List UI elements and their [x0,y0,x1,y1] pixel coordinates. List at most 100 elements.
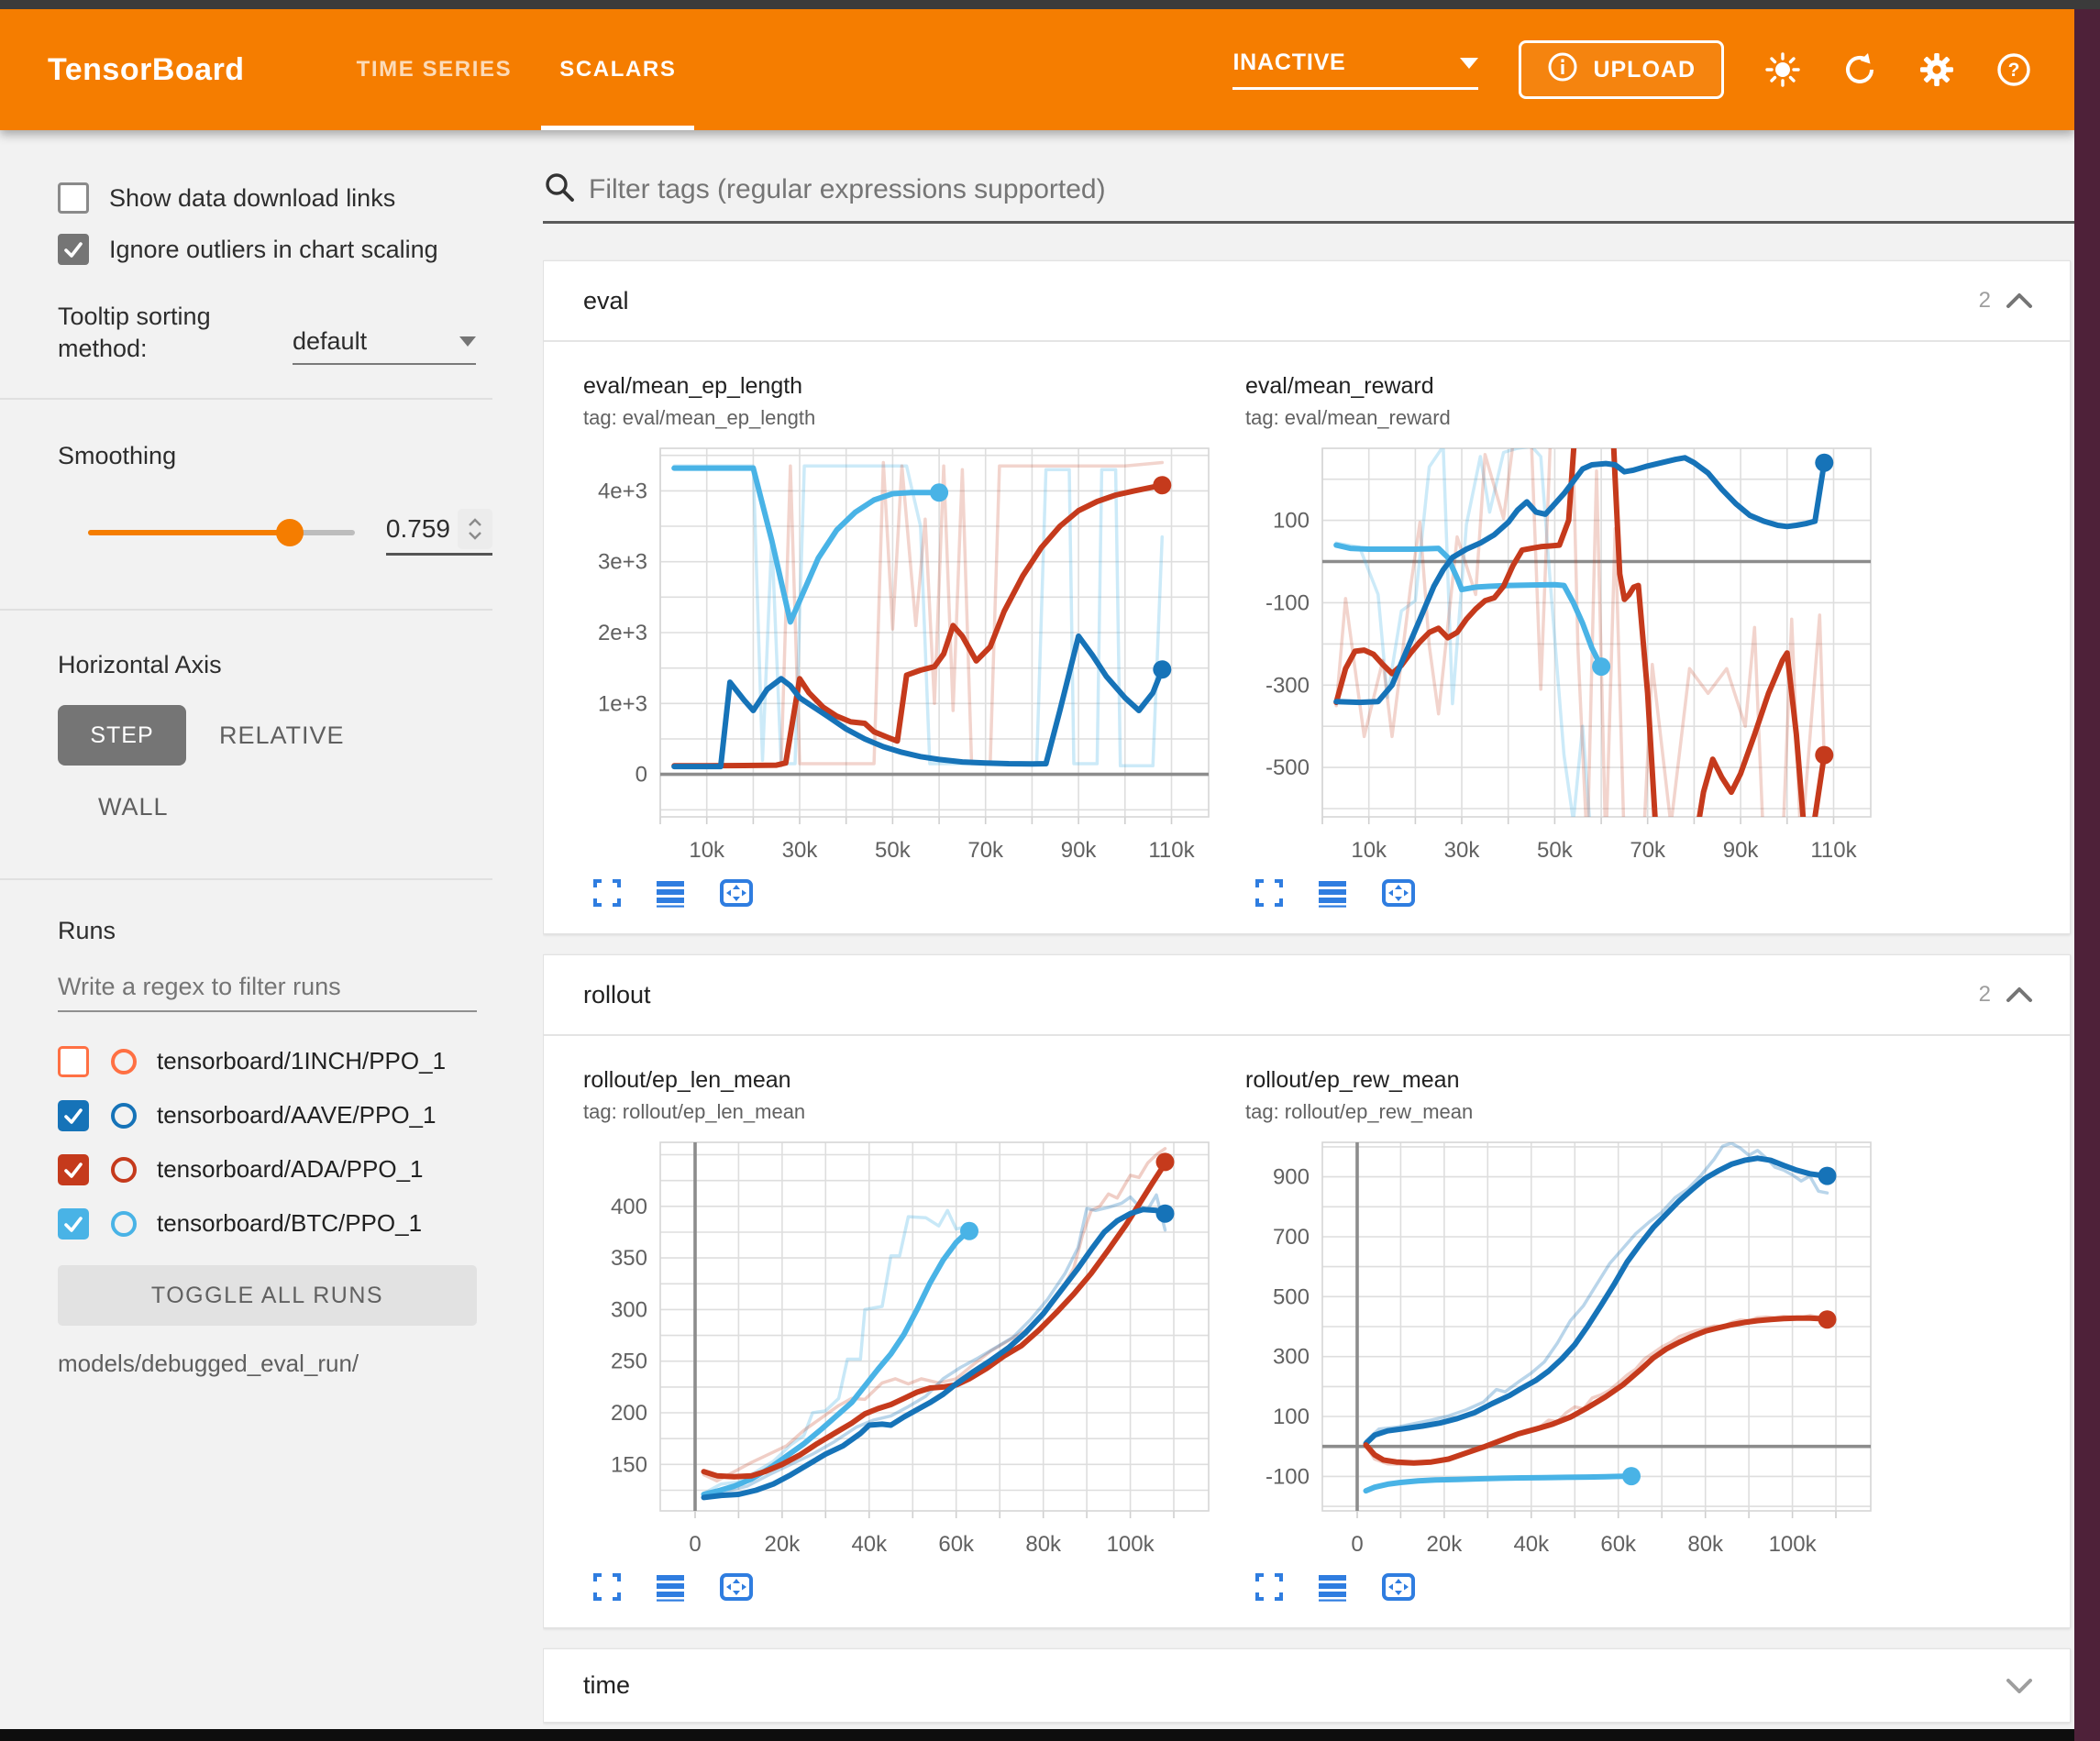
smoothing-label: Smoothing [0,442,492,470]
line-chart[interactable]: 100-100-300-50010k30k50k70k90k110k [1245,439,1896,875]
chart-toolbar [1254,1572,1896,1602]
fullscreen-icon[interactable] [592,1572,622,1602]
fit-domain-icon[interactable] [1381,1572,1416,1602]
svg-text:100k: 100k [1107,1532,1155,1557]
axis-option-wall-row: WALL [0,793,492,821]
runs-root-path: models/debugged_eval_run/ [0,1350,492,1378]
search-icon [543,171,576,208]
data-table-icon[interactable] [1317,1572,1348,1602]
section-header-rollout[interactable]: rollout 2 [544,955,2070,1036]
expand-chevron-icon[interactable] [2004,1675,2035,1697]
line-chart[interactable]: 150200250300350400020k40k60k80k100k [583,1133,1234,1569]
section-header-time[interactable]: time [544,1649,2070,1722]
status-dropdown[interactable]: INACTIVE [1232,50,1478,90]
runs-filter-input[interactable]: Write a regex to filter runs [58,973,477,1012]
page-scrollbar[interactable] [2074,9,2100,1741]
svg-text:400: 400 [611,1195,647,1219]
run-checkbox[interactable] [58,1208,89,1240]
toggle-all-runs-button[interactable]: TOGGLE ALL RUNS [58,1265,477,1326]
svg-text:300: 300 [611,1297,647,1322]
run-row-1inch[interactable]: tensorboard/1INCH/PPO_1 [0,1034,492,1088]
svg-text:-500: -500 [1266,755,1310,780]
fit-domain-icon[interactable] [719,1572,754,1602]
run-row-aave[interactable]: tensorboard/AAVE/PPO_1 [0,1088,492,1142]
smoothing-slider[interactable] [88,530,355,535]
svg-text:350: 350 [611,1246,647,1271]
fullscreen-icon[interactable] [1254,878,1284,908]
refresh-icon[interactable] [1841,51,1878,88]
svg-text:80k: 80k [1025,1532,1062,1557]
line-chart[interactable]: 01e+32e+33e+34e+310k30k50k70k90k110k [583,439,1234,875]
collapse-chevron-icon[interactable] [2004,984,2035,1006]
data-table-icon[interactable] [1317,878,1348,908]
svg-text:0: 0 [636,763,647,788]
svg-text:40k: 40k [851,1532,888,1557]
chart-block-ep-rew-mean: rollout/ep_rew_mean tag: rollout/ep_rew_… [1245,1067,1896,1602]
svg-text:100: 100 [1273,1405,1310,1429]
svg-text:40k: 40k [1513,1532,1550,1557]
runs-label: Runs [0,917,492,945]
fit-domain-icon[interactable] [1381,878,1416,908]
chart-toolbar [592,878,1234,908]
show-download-links-checkbox[interactable] [58,182,89,214]
run-checkbox[interactable] [58,1046,89,1077]
chart-block-mean-reward: eval/mean_reward tag: eval/mean_reward 1… [1245,373,1896,908]
upload-button[interactable]: UPLOAD [1519,40,1724,99]
tooltip-sorting-dropdown[interactable]: default [293,327,476,365]
collapse-chevron-icon[interactable] [2004,290,2035,312]
ignore-outliers-checkbox[interactable] [58,234,89,265]
fullscreen-icon[interactable] [592,878,622,908]
svg-text:50k: 50k [1537,838,1574,863]
smoothing-stepper[interactable] [458,509,492,549]
fit-domain-icon[interactable] [719,878,754,908]
data-table-icon[interactable] [655,878,686,908]
tooltip-sorting-row: Tooltip sorting method: default [0,301,492,365]
tab-time-series[interactable]: TIME SERIES [333,9,536,130]
line-chart[interactable]: -100100300500700900020k40k60k80k100k [1245,1133,1896,1569]
axis-option-wall[interactable]: WALL [98,793,169,821]
dashboard-main: Filter tags (regular expressions support… [543,130,2074,1741]
settings-gear-icon[interactable] [1918,51,1955,88]
svg-text:3e+3: 3e+3 [598,550,647,575]
run-color-swatch [111,1103,137,1129]
axis-option-relative[interactable]: RELATIVE [219,722,345,750]
axis-option-step[interactable]: STEP [58,705,186,766]
section-count: 2 [1979,982,1991,1008]
filter-tags-input[interactable]: Filter tags (regular expressions support… [543,171,2074,224]
ignore-outliers-row[interactable]: Ignore outliers in chart scaling [0,229,492,270]
run-color-swatch [111,1049,137,1074]
run-row-ada[interactable]: tensorboard/ADA/PPO_1 [0,1142,492,1196]
help-icon[interactable]: ? [1995,51,2032,88]
fullscreen-icon[interactable] [1254,1572,1284,1602]
svg-text:200: 200 [611,1401,647,1426]
window-bottom-strip [0,1729,2074,1741]
app-header: TensorBoard TIME SERIES SCALARS INACTIVE… [0,9,2074,130]
svg-text:700: 700 [1273,1225,1310,1250]
show-download-links-row[interactable]: Show data download links [0,178,492,218]
svg-text:90k: 90k [1061,838,1098,863]
run-color-swatch [111,1211,137,1237]
chevron-down-icon [459,336,476,347]
svg-text:-100: -100 [1266,1464,1310,1489]
app-title: TensorBoard [48,52,245,88]
svg-text:60k: 60k [1600,1532,1637,1557]
smoothing-slider-fill [88,530,290,535]
chart-toolbar [1254,878,1896,908]
svg-text:10k: 10k [689,838,725,863]
tab-scalars[interactable]: SCALARS [536,9,700,130]
run-checkbox[interactable] [58,1154,89,1185]
run-color-swatch [111,1157,137,1183]
svg-text:50k: 50k [875,838,912,863]
section-count: 2 [1979,288,1991,314]
smoothing-slider-thumb[interactable] [276,519,304,546]
data-table-icon[interactable] [655,1572,686,1602]
section-header-eval[interactable]: eval 2 [544,261,2070,342]
brightness-icon[interactable] [1764,51,1801,88]
run-row-btc[interactable]: tensorboard/BTC/PPO_1 [0,1196,492,1251]
svg-text:4e+3: 4e+3 [598,479,647,503]
svg-text:100k: 100k [1769,1532,1818,1557]
section-card-eval: eval 2 eval/mean_ep_length tag: eval/mea… [543,260,2071,934]
smoothing-value-field[interactable]: 0.759 [386,509,492,556]
header-tabs: TIME SERIES SCALARS [333,9,701,130]
run-checkbox[interactable] [58,1100,89,1131]
